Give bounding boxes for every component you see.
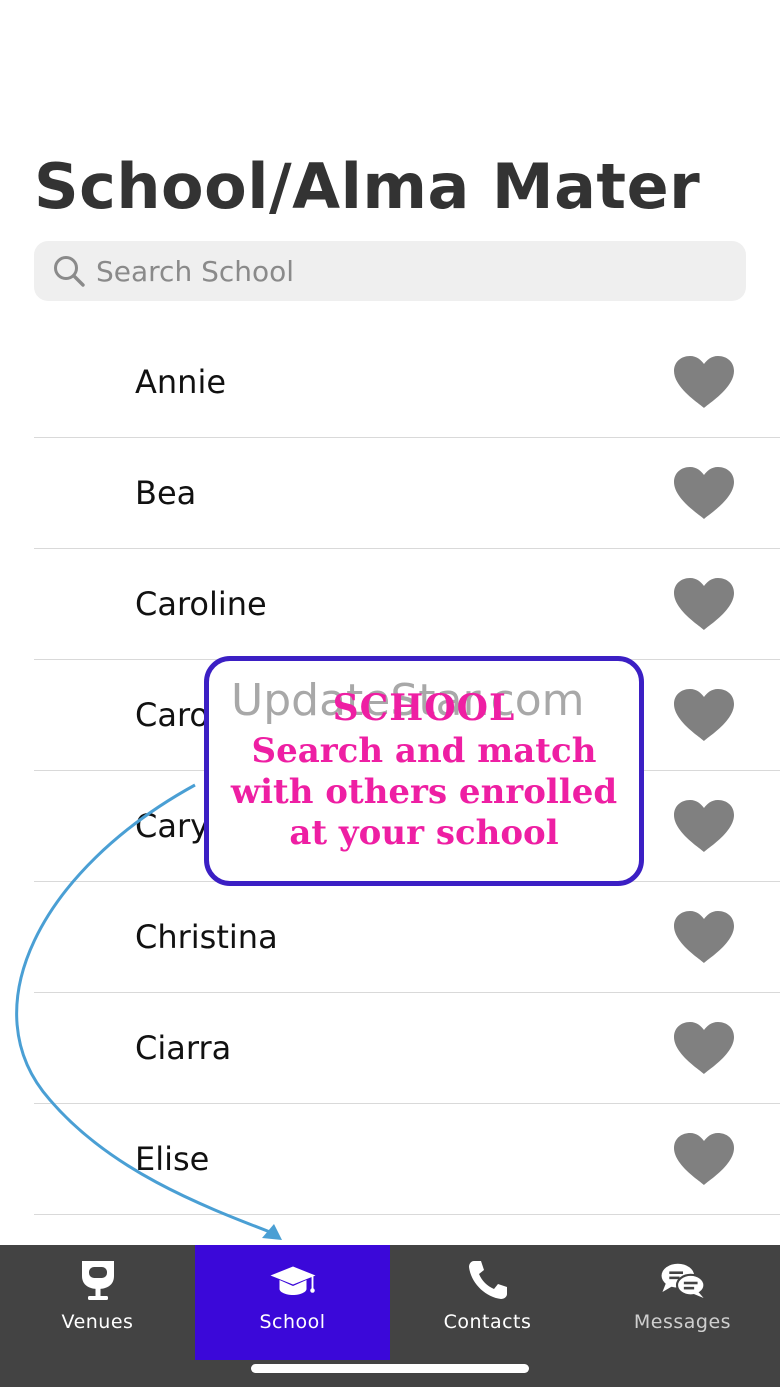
- list-item[interactable]: Elise: [34, 1104, 780, 1215]
- list-item[interactable]: Caroline: [34, 549, 780, 660]
- tab-venues[interactable]: Venues: [0, 1245, 195, 1360]
- graduation-cap-icon: [269, 1257, 317, 1303]
- list-item-name: Annie: [135, 363, 227, 401]
- tab-label: Messages: [633, 1311, 732, 1333]
- heart-icon[interactable]: [672, 576, 736, 632]
- search-icon: [50, 252, 88, 290]
- heart-icon[interactable]: [672, 465, 736, 521]
- list-item-name: Bea: [135, 474, 197, 512]
- search-input[interactable]: [96, 254, 696, 288]
- tab-label: Contacts: [443, 1311, 532, 1333]
- list-item[interactable]: Ciarra: [34, 993, 780, 1104]
- heart-icon[interactable]: [672, 1131, 736, 1187]
- callout-line: with others enrolled: [230, 772, 618, 812]
- tab-school[interactable]: School: [195, 1245, 390, 1360]
- list-item-name: Cary: [135, 807, 210, 845]
- list-item-name: Ciarra: [135, 1029, 232, 1067]
- heart-icon[interactable]: [672, 798, 736, 854]
- tab-contacts[interactable]: Contacts: [390, 1245, 585, 1360]
- heart-icon[interactable]: [672, 354, 736, 410]
- callout-line: Search and match: [251, 731, 597, 771]
- tab-label: School: [259, 1311, 326, 1333]
- home-indicator[interactable]: [251, 1364, 529, 1373]
- list-item-name: Elise: [135, 1140, 210, 1178]
- list-item[interactable]: Annie: [34, 327, 780, 438]
- wine-glass-icon: [74, 1257, 122, 1303]
- search-bar[interactable]: [34, 241, 746, 301]
- page-title: School/Alma Mater: [34, 150, 701, 223]
- callout-line: at your school: [289, 813, 559, 853]
- list-item[interactable]: Christina: [34, 882, 780, 993]
- heart-icon[interactable]: [672, 909, 736, 965]
- list-item-name: Christina: [135, 918, 278, 956]
- phone-icon: [464, 1257, 512, 1303]
- list-item-name: Caroline: [135, 585, 267, 623]
- annotation-callout: UpdateStar.com SCHOOL Search and match w…: [204, 656, 644, 886]
- heart-icon[interactable]: [672, 687, 736, 743]
- tab-label: Venues: [61, 1311, 134, 1333]
- list-item-name: Caro: [135, 696, 209, 734]
- chat-bubbles-icon: [659, 1257, 707, 1303]
- callout-body: Search and match with others enrolled at…: [209, 731, 639, 854]
- callout-heading: SCHOOL: [332, 687, 516, 729]
- heart-icon[interactable]: [672, 1020, 736, 1076]
- tab-messages[interactable]: Messages: [585, 1245, 780, 1360]
- list-item[interactable]: Bea: [34, 438, 780, 549]
